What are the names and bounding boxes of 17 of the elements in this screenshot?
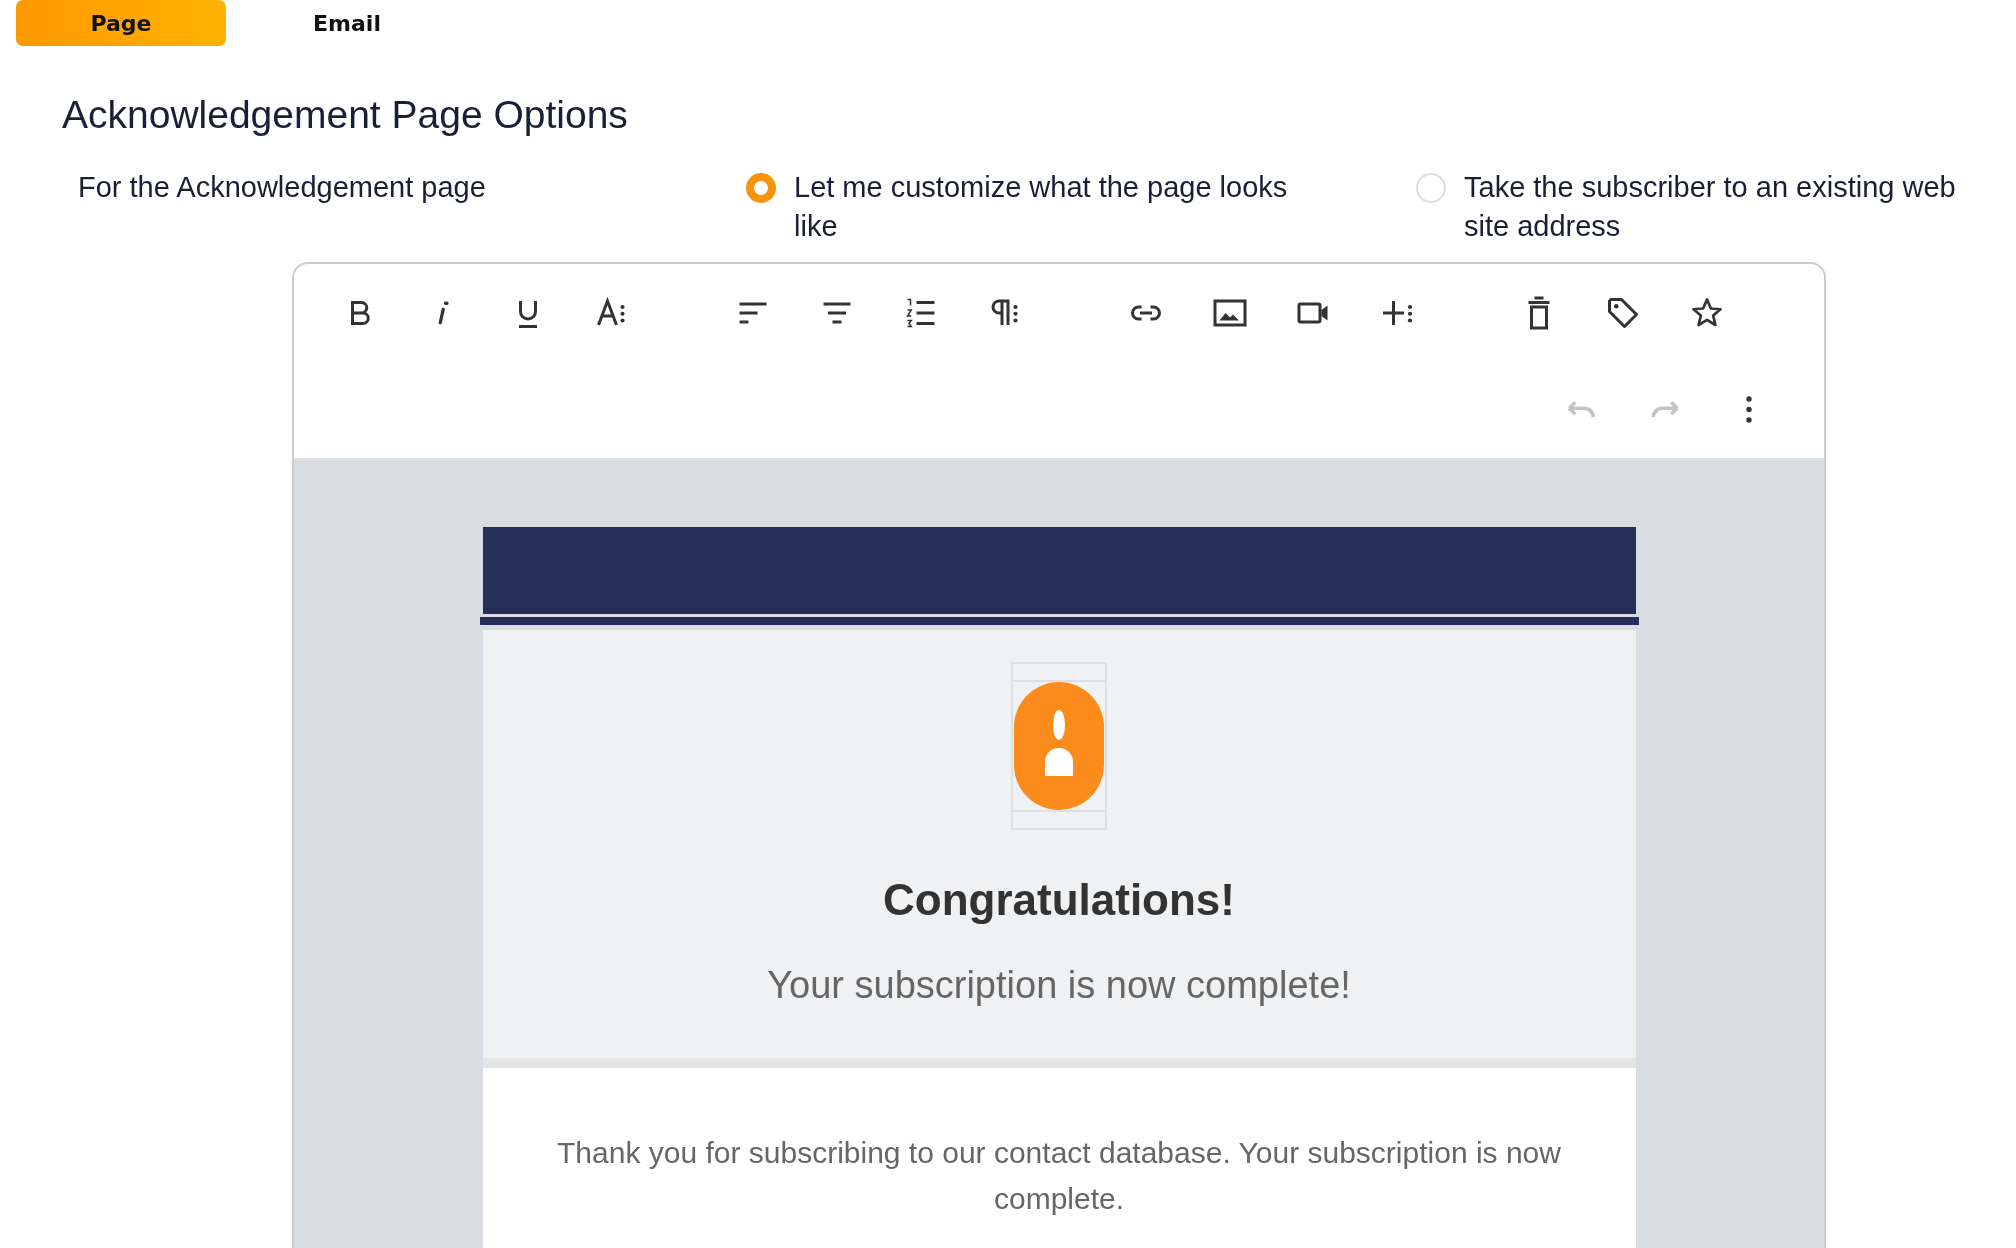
person-badge-icon xyxy=(1011,662,1107,830)
congratulations-title: Congratulations! xyxy=(882,874,1236,926)
more-icon xyxy=(1746,395,1752,423)
redo-icon xyxy=(1650,400,1680,418)
radio-button[interactable] xyxy=(746,173,776,203)
radio-button[interactable] xyxy=(1416,173,1446,203)
option-label: For the Acknowledgement page xyxy=(78,170,487,205)
undo-icon xyxy=(1566,400,1596,418)
subtitle: Your subscription is now complete! xyxy=(767,963,1351,1008)
tag-icon xyxy=(1605,295,1641,331)
radio-label[interactable]: Take the subscriber to an existing web site address xyxy=(1464,168,1976,246)
italic-icon xyxy=(438,301,450,325)
radio-label[interactable]: Let me customize what the page looks like xyxy=(794,168,1314,246)
tab[interactable]: Email xyxy=(226,0,468,46)
page-heading: Acknowledgement Page Options xyxy=(61,92,629,138)
thank-you-text: Thank you for subscribing to our contact database. Your subscription is now complete. xyxy=(557,1136,1561,1215)
tab[interactable]: Page xyxy=(16,0,226,46)
